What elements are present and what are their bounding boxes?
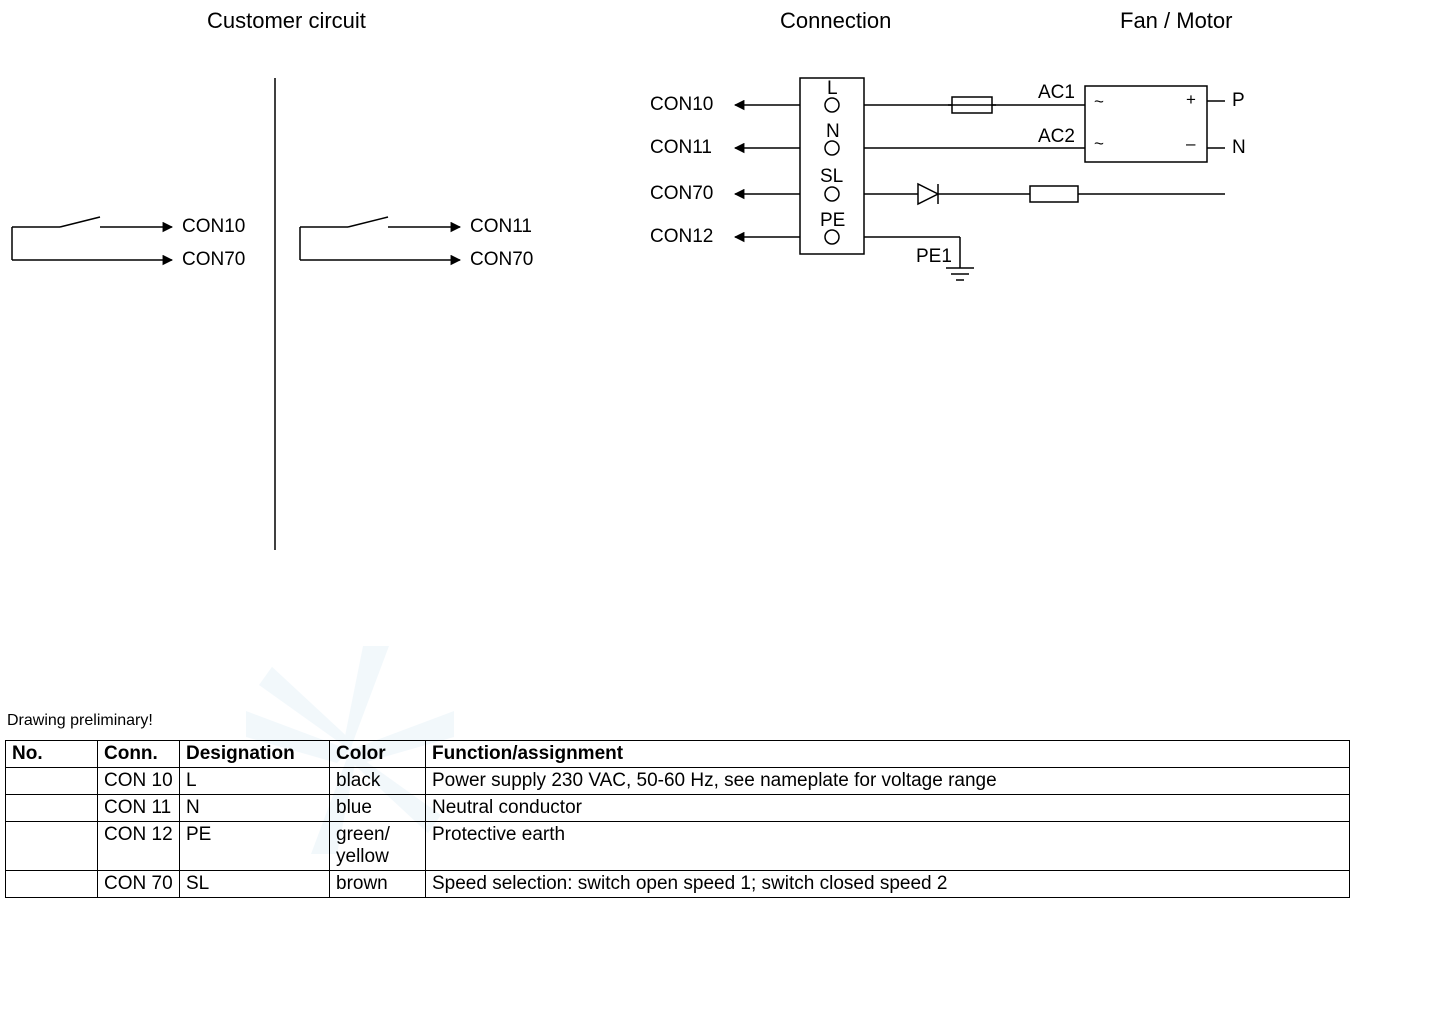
- cust-left-bottom: CON70: [182, 249, 245, 271]
- cust-right-bottom: CON70: [470, 249, 533, 271]
- conlabel-4: CON12: [650, 226, 713, 248]
- cell-func: Speed selection: switch open speed 1; sw…: [426, 871, 1350, 898]
- ac2-label: AC2: [1038, 126, 1075, 148]
- cell-func: Protective earth: [426, 822, 1350, 871]
- table-header-row: No. Conn. Designation Color Function/ass…: [6, 741, 1350, 768]
- cell-func: Power supply 230 VAC, 50-60 Hz, see name…: [426, 768, 1350, 795]
- th-desig: Designation: [180, 741, 330, 768]
- term-PE: PE: [820, 210, 845, 232]
- conlabel-2: CON11: [650, 137, 712, 159]
- cell-desig: SL: [180, 871, 330, 898]
- conlabel-3: CON70: [650, 183, 713, 205]
- cell-conn: CON 12: [98, 822, 180, 871]
- motor-ac-in2: ~: [1094, 134, 1104, 154]
- table-row: CON 11 N blue Neutral conductor: [6, 795, 1350, 822]
- cell-conn: CON 70: [98, 871, 180, 898]
- motor-ac-in1: ~: [1094, 92, 1104, 112]
- motor-plus: +: [1186, 90, 1196, 110]
- term-N: N: [826, 121, 840, 143]
- table-row: CON 70 SL brown Speed selection: switch …: [6, 871, 1350, 898]
- cell-desig: N: [180, 795, 330, 822]
- motor-minus: –: [1186, 134, 1195, 154]
- cell-desig: L: [180, 768, 330, 795]
- cell-no: [6, 795, 98, 822]
- term-SL: SL: [820, 166, 843, 188]
- ac1-label: AC1: [1038, 82, 1075, 104]
- th-func: Function/assignment: [426, 741, 1350, 768]
- conlabel-1: CON10: [650, 94, 713, 116]
- table-row: CON 12 PE green/ yellow Protective earth: [6, 822, 1350, 871]
- cell-desig: PE: [180, 822, 330, 871]
- connection-table: No. Conn. Designation Color Function/ass…: [5, 740, 1350, 898]
- drawing-note: Drawing preliminary!: [7, 712, 153, 730]
- motor-N: N: [1232, 137, 1246, 159]
- cell-color: brown: [330, 871, 426, 898]
- th-color: Color: [330, 741, 426, 768]
- cust-left-top: CON10: [182, 216, 245, 238]
- table-row: CON 10 L black Power supply 230 VAC, 50-…: [6, 768, 1350, 795]
- cell-color: black: [330, 768, 426, 795]
- cust-right-top: CON11: [470, 216, 532, 238]
- cell-func: Neutral conductor: [426, 795, 1350, 822]
- th-conn: Conn.: [98, 741, 180, 768]
- term-L: L: [827, 78, 838, 100]
- cell-conn: CON 10: [98, 768, 180, 795]
- motor-P: P: [1232, 90, 1245, 112]
- th-no: No.: [6, 741, 98, 768]
- pe1-label: PE1: [916, 246, 952, 268]
- cell-color: blue: [330, 795, 426, 822]
- cell-conn: CON 11: [98, 795, 180, 822]
- cell-no: [6, 822, 98, 871]
- cell-no: [6, 768, 98, 795]
- cell-no: [6, 871, 98, 898]
- cell-color: green/ yellow: [330, 822, 426, 871]
